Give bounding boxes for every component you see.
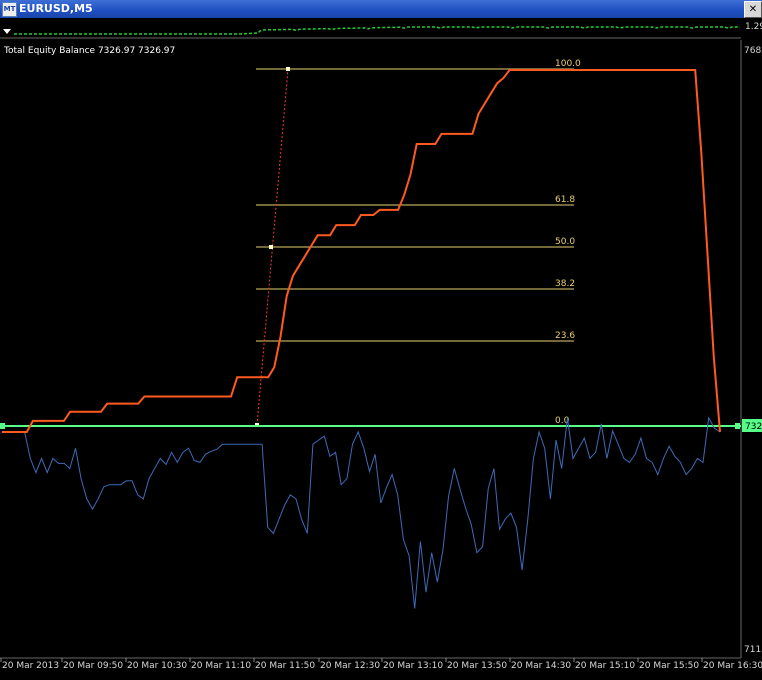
time-tick-label: 20 Mar 13:10	[383, 661, 443, 671]
chart-window-icon: MT	[2, 2, 17, 17]
mini-indicator-strip	[0, 26, 741, 39]
price-label-upper: 7683	[744, 46, 762, 56]
fib-level-label: 23.6	[555, 331, 575, 341]
time-tick-label: 20 Mar 10:30	[127, 661, 187, 671]
window-titlebar[interactable]: MT EURUSD,M5 ✕	[0, 0, 762, 18]
window-title: EURUSD,M5	[19, 2, 93, 15]
fib-level-label: 38.2	[555, 279, 575, 289]
time-tick-label: 20 Mar 11:50	[255, 661, 315, 671]
time-tick-label: 20 Mar 15:50	[639, 661, 699, 671]
time-tick-label: 20 Mar 16:30	[703, 661, 762, 671]
fib-level-label: 100.0	[555, 59, 581, 69]
time-axis: 20 Mar 2013 20 Mar 09:50 20 Mar 10:30 20 Ma…	[0, 658, 762, 671]
equity-series-line	[2, 69, 721, 433]
price-label-top: 1.29	[745, 22, 762, 32]
time-tick-label: 20 Mar 12:30	[320, 661, 380, 671]
time-tick-label: 20 Mar 14:30	[511, 661, 571, 671]
time-tick-label: 20 Mar 09:50	[63, 661, 123, 671]
collapse-triangle-icon[interactable]	[3, 29, 11, 34]
baseline-right-handle[interactable]	[735, 423, 740, 429]
balance-series-line	[2, 416, 721, 609]
chart-canvas[interactable]: Total Equity Balance 7326.97 7326.97 100…	[0, 0, 762, 680]
close-button[interactable]: ✕	[744, 1, 762, 18]
price-label-lower: 7113	[744, 645, 762, 655]
time-tick-label: 20 Mar 15:10	[575, 661, 635, 671]
mini-series-line	[14, 26, 740, 35]
fib-anchor-mid[interactable]	[269, 245, 273, 249]
fib-level-label: 50.0	[555, 237, 575, 247]
indicator-label: Total Equity Balance 7326.97 7326.97	[3, 46, 175, 56]
fib-level-label: 61.8	[555, 195, 575, 205]
time-tick-label: 20 Mar 13:50	[447, 661, 507, 671]
fibonacci-retracement[interactable]: 100.061.850.038.223.60.0	[256, 59, 581, 426]
time-tick-label: 20 Mar 11:10	[191, 661, 251, 671]
baseline-left-handle[interactable]	[0, 423, 5, 429]
price-label-current: 732	[745, 422, 762, 432]
time-tick-label: 20 Mar 2013	[2, 661, 59, 671]
fib-anchor-top[interactable]	[286, 67, 290, 71]
